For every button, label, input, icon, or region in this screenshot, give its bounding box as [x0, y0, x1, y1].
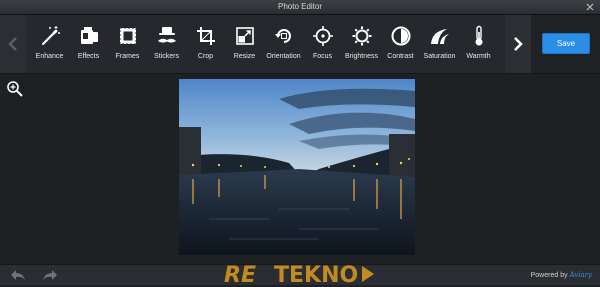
tool-focus[interactable]: Focus	[303, 15, 342, 73]
tool-warmth[interactable]: Warmth	[459, 15, 498, 73]
redo-icon[interactable]	[42, 269, 58, 281]
effects-icon	[80, 27, 98, 44]
scroll-left-button[interactable]	[0, 15, 26, 73]
tool-contrast[interactable]: Contrast	[381, 15, 420, 73]
save-area: Save	[531, 15, 600, 73]
save-button[interactable]: Save	[542, 33, 590, 54]
tool-brightness[interactable]: Brightness	[342, 15, 381, 73]
tool-list: Enhance Effects Frames Stickers Crop Res…	[30, 15, 500, 73]
canvas-area	[0, 74, 600, 264]
tool-label: Contrast	[387, 53, 414, 60]
saturation-icon	[430, 29, 449, 44]
zoom-in-icon[interactable]	[6, 80, 24, 98]
close-icon[interactable]	[586, 3, 594, 11]
bottom-bar: RE TEKNO Powered by Aviary	[0, 263, 600, 287]
chevron-right-icon	[514, 37, 523, 51]
tool-orientation[interactable]: Orientation	[264, 15, 303, 73]
frame-icon	[119, 27, 136, 45]
tool-label: Stickers	[154, 53, 179, 60]
photo-editor-window: Photo Editor Enhance Effects Frames Stic…	[0, 0, 600, 287]
tool-saturation[interactable]: Saturation	[420, 15, 459, 73]
thermometer-icon	[475, 25, 482, 46]
tool-frames[interactable]: Frames	[108, 15, 147, 73]
rotate-icon	[274, 29, 291, 43]
aviary-brand-link[interactable]: Aviary	[570, 271, 592, 279]
tool-label: Saturation	[423, 53, 456, 60]
tool-label: Orientation	[266, 53, 301, 60]
tool-enhance[interactable]: Enhance	[30, 15, 69, 73]
window-title: Photo Editor	[277, 2, 323, 11]
resize-icon	[235, 27, 254, 45]
tool-label: Brightness	[344, 53, 379, 60]
svg-text:RE: RE	[224, 263, 256, 287]
powered-by-label: Powered by	[530, 272, 568, 279]
tool-label: Resize	[233, 53, 256, 60]
tool-label: Effects	[77, 53, 100, 60]
magic-wand-icon	[41, 26, 60, 46]
tool-resize[interactable]: Resize	[225, 15, 264, 73]
tool-label: Crop	[197, 53, 214, 60]
undo-icon[interactable]	[10, 269, 26, 281]
scroll-right-button[interactable]	[505, 15, 531, 73]
tool-label: Enhance	[35, 53, 64, 60]
tool-label: Focus	[312, 53, 333, 60]
powered-by: Powered by Aviary	[531, 271, 592, 279]
retekno-watermark-logo: RE TEKNO	[224, 263, 374, 287]
tool-label: Frames	[115, 53, 140, 60]
toolbar: Enhance Effects Frames Stickers Crop Res…	[0, 15, 600, 74]
tool-effects[interactable]: Effects	[69, 15, 108, 73]
title-bar: Photo Editor	[0, 0, 600, 15]
sun-icon	[352, 26, 371, 46]
photo-preview[interactable]	[179, 79, 415, 255]
chevron-left-icon	[8, 37, 17, 51]
mustache-hat-icon	[157, 27, 176, 43]
tool-stickers[interactable]: Stickers	[147, 15, 186, 73]
crop-icon	[196, 27, 215, 45]
focus-icon	[312, 26, 333, 46]
tool-label: Warmth	[466, 53, 491, 60]
contrast-icon	[391, 26, 410, 46]
svg-text:TEKNO: TEKNO	[274, 263, 358, 287]
tool-crop[interactable]: Crop	[186, 15, 225, 73]
